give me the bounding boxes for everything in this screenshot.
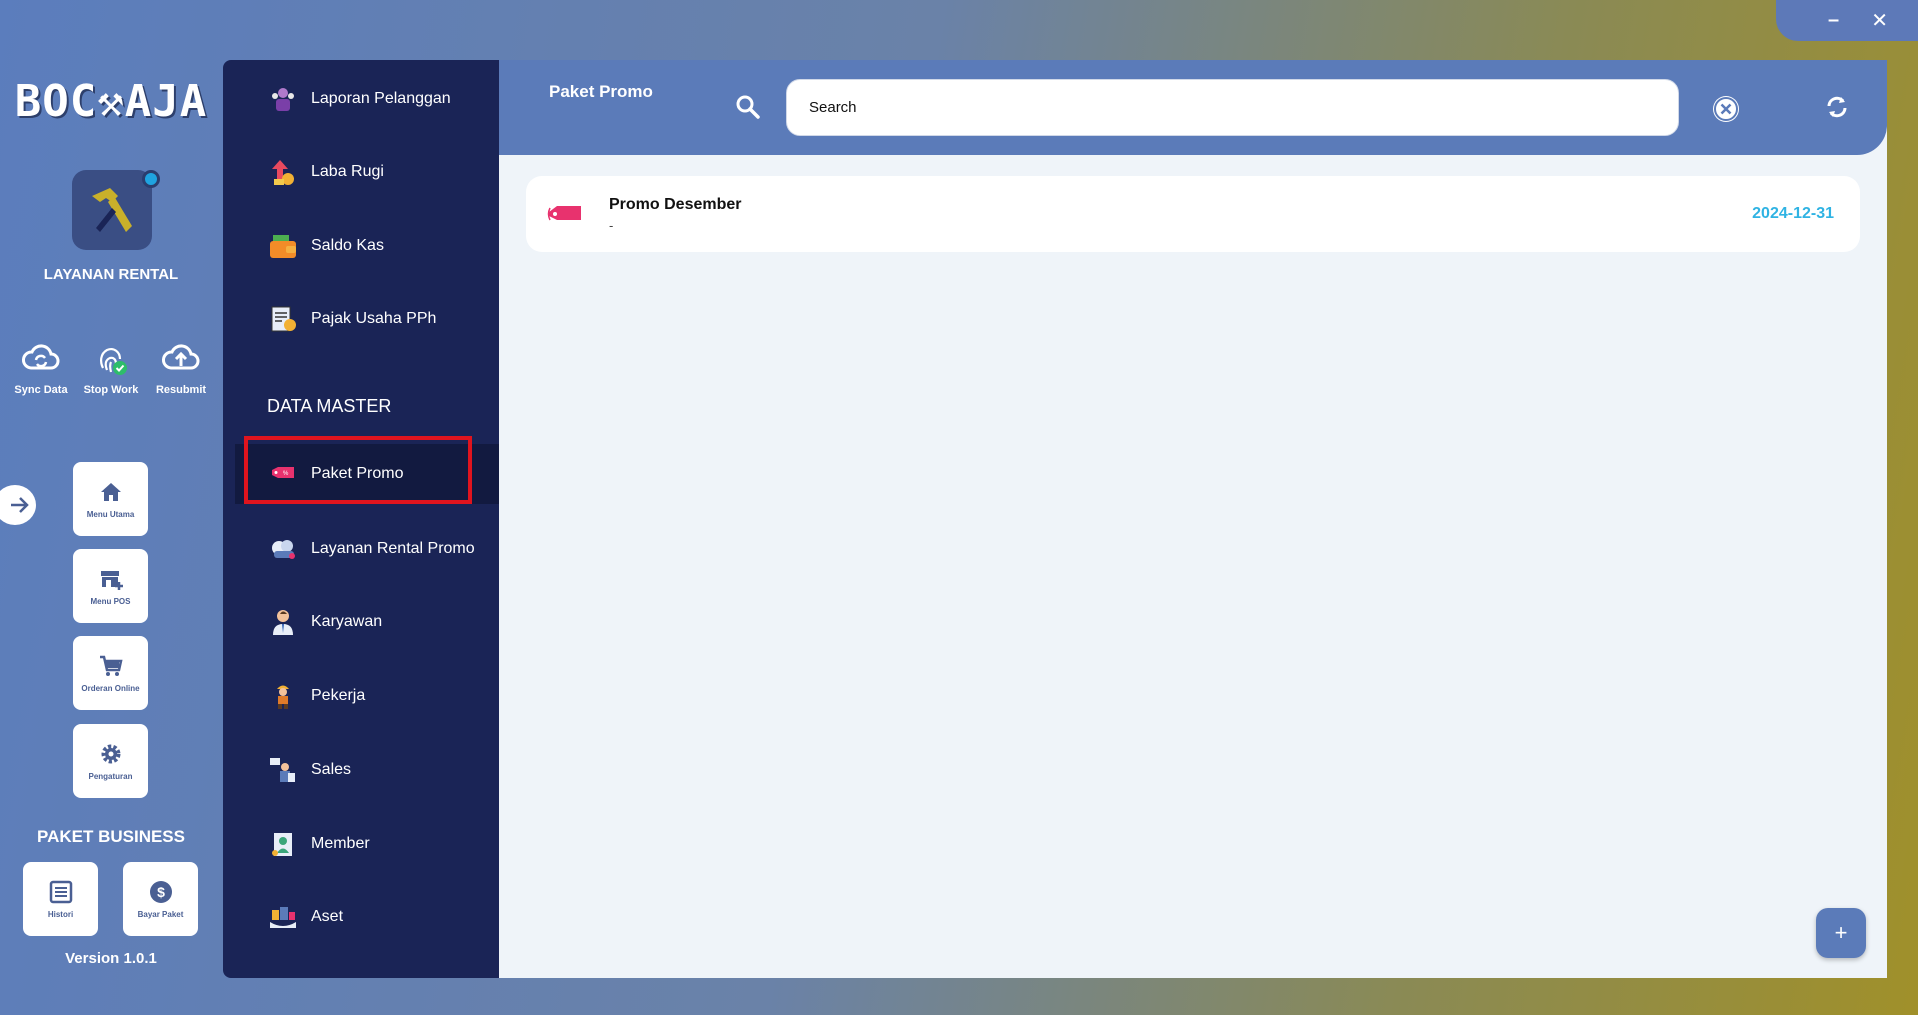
menu-item-label: Aset [311,908,344,925]
orderan-online-label: Orderan Online [81,684,140,693]
bayar-paket-label: Bayar Paket [137,910,184,919]
worker-icon [268,681,298,711]
menu-item-aset[interactable]: Aset [223,887,499,947]
histori-label: Histori [47,910,74,919]
add-promo-button[interactable]: + [1816,908,1866,958]
fingerprint-icon [100,348,127,375]
gear-icon [101,744,120,764]
menu-item-layanan-rental-promo[interactable]: Layanan Rental Promo [223,519,499,579]
resubmit-label: Resubmit [155,384,207,396]
stop-work-button[interactable]: Stop Work [76,338,146,396]
store-icon [100,571,123,590]
employee-icon [268,607,298,637]
menu-item-laba-rugi[interactable]: Laba Rugi [223,142,499,202]
dollar-icon: $ [149,881,172,903]
menu-item-label: Member [311,835,370,852]
menu-item-saldo-kas[interactable]: Saldo Kas [223,216,499,276]
sync-data-button[interactable]: Sync Data [6,338,76,396]
menu-item-label: Paket Promo [311,465,404,482]
left-rail: BOC⚒AJA LAYANAN RENTAL Sync Data Stop Wo… [0,0,222,1015]
menu-utama-tile[interactable]: Menu Utama [73,462,148,536]
menu-item-member[interactable]: Member [223,814,499,874]
menu-item-label: Layanan Rental Promo [311,540,475,557]
svg-text:%: % [283,471,289,477]
menu-item-sales[interactable]: Sales [223,740,499,800]
minimize-button[interactable]: – [1828,9,1839,32]
refresh-icon [1827,96,1847,118]
tax-icon [268,304,298,334]
customers-report-icon [268,84,298,114]
refresh-button[interactable] [1824,94,1850,125]
menu-item-label: Pajak Usaha PPh [311,310,437,327]
bayar-paket-tile[interactable]: $ Bayar Paket [123,862,198,936]
main-content: Paket Promo Promo Desember - [499,60,1887,978]
menu-item-label: Laba Rugi [311,163,384,180]
list-icon [49,880,72,904]
menu-item-label: Karyawan [311,613,383,630]
page-title: Paket Promo [549,82,653,101]
resubmit-button[interactable]: Resubmit [146,338,216,396]
menu-item-label: Laporan Pelanggan [311,90,451,107]
pengaturan-label: Pengaturan [88,772,133,781]
member-icon [268,829,298,859]
stop-work-label: Stop Work [83,384,139,396]
promo-list-item[interactable]: Promo Desember - 2024-12-31 [526,176,1860,252]
close-button[interactable]: ✕ [1871,8,1888,33]
menu-item-pekerja[interactable]: Pekerja [223,666,499,726]
clear-search-button[interactable] [1713,96,1739,122]
cart-icon [99,655,123,676]
top-bar: Paket Promo [499,60,1887,155]
version-label: Version 1.0.1 [65,950,157,967]
menu-item-paket-promo[interactable]: % Paket Promo [235,444,499,504]
sync-data-label: Sync Data [14,384,68,396]
window-controls: – ✕ [1776,0,1918,41]
menu-item-label: Saldo Kas [311,237,384,254]
expand-sidebar-button[interactable] [0,485,36,525]
section-title-data-master: DATA MASTER [267,396,392,416]
menu-item-pajak-usaha-pph[interactable]: Pajak Usaha PPh [223,289,499,349]
search-input[interactable] [786,79,1679,136]
menu-item-label: Sales [311,761,352,778]
quick-actions: Sync Data Stop Work Resubmit [0,338,222,396]
wallet-icon [268,231,298,261]
app-name: LAYANAN RENTAL [43,266,179,283]
menu-pos-tile[interactable]: Menu POS [73,549,148,623]
status-dot [142,170,160,188]
menu-item-label: Pekerja [311,687,366,704]
hammer-icon [92,188,132,232]
promo-date: 2024-12-31 [1752,205,1834,222]
menu-item-karyawan[interactable]: Karyawan [223,592,499,652]
profit-loss-icon [268,157,298,187]
sales-icon [268,755,298,785]
promo-tag-icon [547,206,581,221]
close-circle-icon [1714,97,1738,121]
promo-tag-icon: % [268,459,298,489]
app-logo: BOC⚒AJA [14,75,208,127]
business-title: PAKET BUSINESS [37,827,185,846]
menu-utama-label: Menu Utama [86,510,135,519]
cloud-upload-icon [162,344,200,370]
histori-tile[interactable]: Histori [23,862,98,936]
home-icon [100,483,121,501]
orderan-online-tile[interactable]: Orderan Online [73,636,148,710]
cloud-sync-icon [22,344,60,370]
promo-description: - [609,218,614,233]
svg-text:$: $ [157,884,165,900]
app-icon [72,170,152,250]
search-icon[interactable] [735,94,761,120]
menu-item-laporan-pelanggan[interactable]: Laporan Pelanggan [223,69,499,129]
pengaturan-tile[interactable]: Pengaturan [73,724,148,798]
menu-panel: Laporan Pelanggan Laba Rugi Saldo Kas Pa… [223,60,499,978]
rental-promo-icon [268,534,298,564]
menu-pos-label: Menu POS [90,597,131,606]
promo-name: Promo Desember [609,196,742,213]
asset-icon [268,902,298,932]
arrow-right-icon [11,497,29,513]
